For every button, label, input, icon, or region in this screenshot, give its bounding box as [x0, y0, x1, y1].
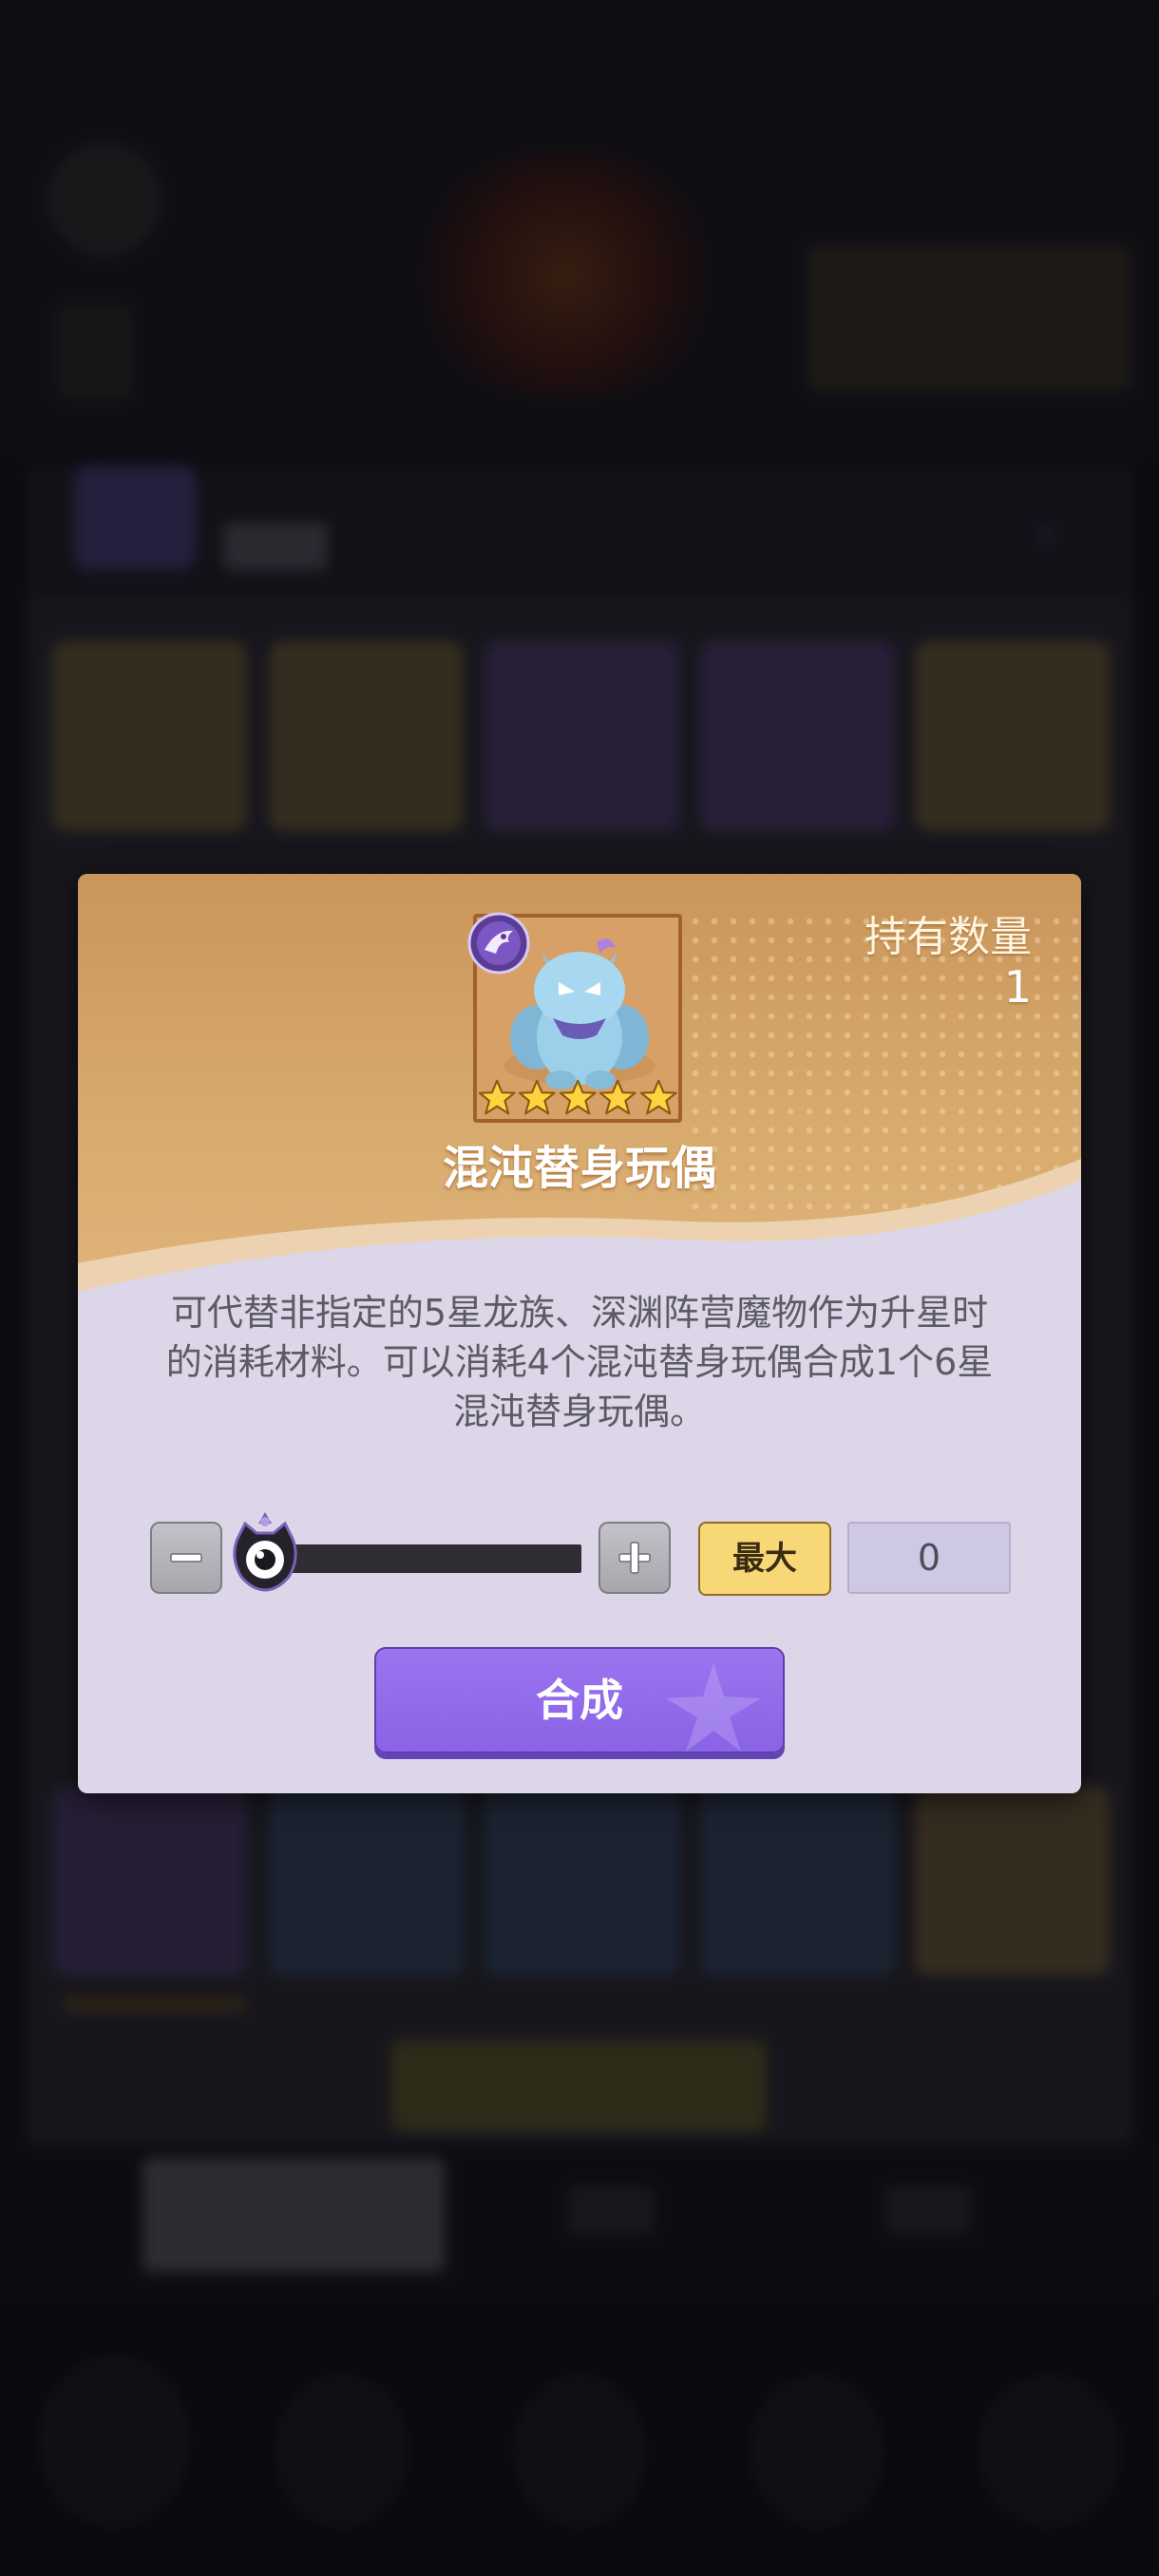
hold-count-value: 1 — [1003, 961, 1032, 1013]
eye-slider-thumb-icon[interactable] — [228, 1510, 302, 1596]
star-icon — [559, 1079, 597, 1115]
star-rating — [477, 1077, 678, 1121]
star-decoration-icon — [666, 1663, 761, 1752]
max-quantity-button[interactable]: 最大 — [698, 1522, 831, 1596]
star-icon — [478, 1079, 516, 1115]
hold-count-label: 持有数量 — [864, 913, 1032, 961]
quantity-input[interactable]: 0 — [847, 1522, 1011, 1594]
star-icon — [519, 1079, 556, 1115]
decrease-button[interactable] — [150, 1522, 222, 1594]
star-icon — [599, 1079, 636, 1115]
item-name: 混沌替身玩偶 — [442, 1142, 716, 1195]
item-frame — [467, 912, 682, 1123]
star-icon — [639, 1079, 677, 1115]
plus-icon — [618, 1542, 651, 1574]
craft-button-label: 合成 — [536, 1675, 623, 1726]
minus-icon — [170, 1553, 202, 1563]
increase-button[interactable] — [598, 1522, 671, 1594]
craft-button[interactable]: 合成 — [374, 1647, 785, 1753]
item-synthesis-dialog: 持有数量 1 混沌替身玩偶 可代替非指定的5星龙族、深渊阵营魔物作为升星时的消耗… — [78, 874, 1081, 1793]
item-description: 可代替非指定的5星龙族、深渊阵营魔物作为升星时的消耗材料。可以消耗4个混沌替身玩… — [165, 1292, 994, 1432]
abyss-faction-icon — [467, 912, 530, 975]
